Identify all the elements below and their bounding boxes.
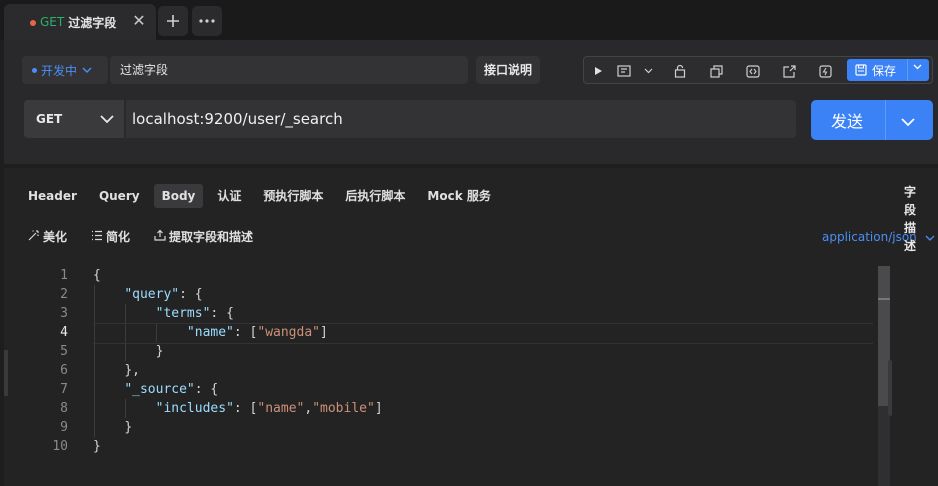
save-label: 保存	[872, 63, 897, 78]
environment-label: 开发中	[41, 63, 78, 78]
body-panel: Header Query Body 认证 预执行脚本 后执行脚本 Mock 服务…	[4, 168, 938, 486]
tab-mock[interactable]: Mock 服务	[419, 184, 498, 208]
line-number: 5	[60, 344, 68, 359]
run-icon[interactable]	[590, 63, 606, 79]
save-button[interactable]: 保存	[847, 59, 929, 81]
layout-icon[interactable]	[616, 63, 632, 79]
code-icon[interactable]	[745, 63, 761, 79]
new-tab-button[interactable]	[158, 6, 188, 36]
line-number: 10	[52, 439, 68, 454]
request-toolbar: 保存	[583, 56, 933, 84]
line-number: 3	[60, 306, 68, 321]
line-number: 9	[60, 420, 68, 435]
environment-dot-icon	[32, 67, 37, 73]
save-icon	[855, 64, 867, 76]
tab-method: GET	[40, 15, 65, 29]
simplify-button[interactable]: 简化	[91, 228, 130, 245]
url-input[interactable]: localhost:9200/user/_search	[126, 100, 796, 138]
code-line: },	[124, 363, 140, 378]
line-number: 4	[60, 325, 68, 340]
chevron-down-icon	[82, 65, 92, 76]
line-number: 6	[60, 363, 68, 378]
tab-post-script[interactable]: 后执行脚本	[337, 184, 413, 208]
code-line: {	[93, 268, 101, 283]
magic-wand-icon	[28, 229, 40, 244]
tab-pre-script[interactable]: 预执行脚本	[255, 184, 331, 208]
scrollbar-marker	[878, 298, 890, 300]
code-line: }	[124, 420, 133, 435]
simplify-label: 简化	[106, 230, 131, 244]
environment-selector[interactable]: 开发中	[22, 56, 108, 84]
chevron-down-icon[interactable]	[913, 62, 922, 73]
upload-icon	[154, 229, 166, 244]
field-description-panel-toggle[interactable]: 字段描述	[900, 183, 920, 255]
method-select[interactable]: GET	[24, 100, 124, 138]
chevron-down-icon	[100, 101, 116, 139]
code-line: }	[155, 344, 164, 359]
code-editor[interactable]: 1 2 3 4 5 6 7 8 9 10 { "query": { "terms…	[4, 266, 886, 486]
chevron-down-icon[interactable]	[640, 63, 656, 79]
api-doc-button[interactable]: 接口说明	[476, 56, 540, 84]
code-line: "includes": ["name","mobile"]	[155, 401, 383, 416]
tab-body[interactable]: Body	[153, 184, 204, 208]
code-line: }	[93, 439, 101, 454]
line-number: 7	[60, 382, 68, 397]
send-divider	[885, 100, 886, 140]
tab-query[interactable]: Query	[91, 184, 148, 208]
share-icon[interactable]	[781, 63, 797, 79]
extract-fields-button[interactable]: 提取字段和描述	[154, 228, 253, 245]
editor-actions: 美化 简化 提取字段和描述	[28, 228, 277, 245]
code-content[interactable]: { "query": { "terms": { "name": ["wangda…	[93, 266, 873, 456]
more-icon	[199, 19, 215, 23]
copy-icon[interactable]	[708, 63, 724, 79]
send-label: 发送	[831, 112, 864, 131]
beautify-button[interactable]: 美化	[28, 228, 67, 245]
save-divider	[907, 59, 908, 81]
line-number: 1	[60, 268, 68, 283]
plus-icon	[167, 15, 179, 27]
line-number: 2	[60, 287, 68, 302]
code-line: "query": {	[124, 287, 203, 302]
flash-icon[interactable]	[817, 63, 833, 79]
chevron-down-icon[interactable]	[901, 112, 919, 131]
request-panel: 开发中 过滤字段 接口说明 保存 GET localhost:9200/user…	[4, 40, 938, 164]
tab-header[interactable]: Header	[20, 184, 85, 208]
beautify-label: 美化	[43, 230, 68, 244]
lock-icon[interactable]	[672, 63, 688, 79]
method-label: GET	[36, 112, 63, 126]
request-name-field[interactable]: 过滤字段	[110, 56, 468, 84]
side-panel-handle[interactable]	[888, 360, 892, 416]
send-button[interactable]: 发送	[811, 100, 933, 140]
left-panel-handle[interactable]	[4, 350, 8, 396]
code-line-current: "name": ["wangda"]	[93, 323, 873, 344]
close-icon[interactable]: ✕	[130, 12, 148, 30]
list-icon	[91, 230, 103, 244]
unsaved-dot-icon	[30, 20, 36, 26]
tab-auth[interactable]: 认证	[209, 184, 249, 208]
code-line: "_source": {	[124, 382, 219, 397]
tab-title: 过滤字段	[68, 15, 117, 30]
more-tabs-button[interactable]	[192, 6, 222, 36]
extract-fields-label: 提取字段和描述	[169, 230, 254, 244]
line-numbers: 1 2 3 4 5 6 7 8 9 10	[34, 266, 68, 456]
request-tab[interactable]: GET 过滤字段 ✕	[4, 4, 156, 40]
request-subtabs: Header Query Body 认证 预执行脚本 后执行脚本 Mock 服务	[20, 184, 505, 208]
code-line: "terms": {	[155, 306, 234, 321]
line-number: 8	[60, 401, 68, 416]
chevron-down-icon	[925, 235, 935, 241]
tab-strip: GET 过滤字段 ✕	[0, 0, 938, 40]
